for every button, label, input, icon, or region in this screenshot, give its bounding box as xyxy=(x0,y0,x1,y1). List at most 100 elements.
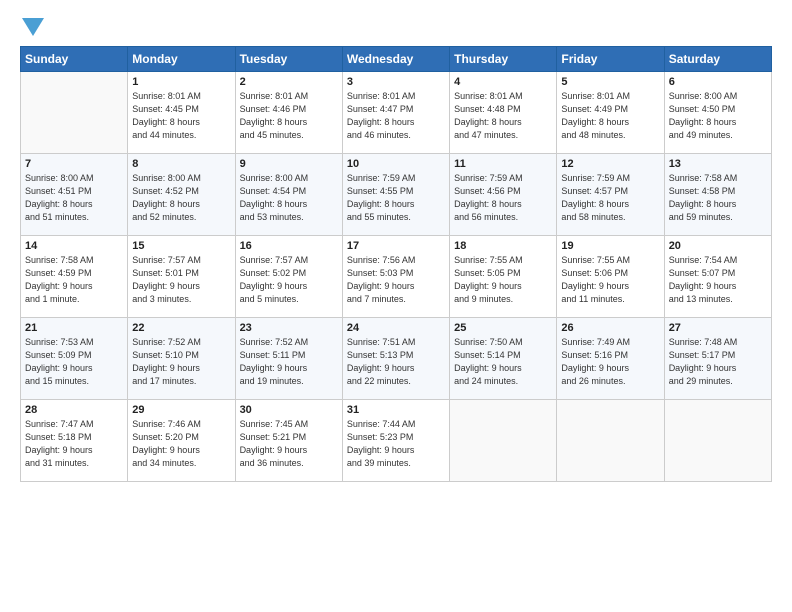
calendar-table: SundayMondayTuesdayWednesdayThursdayFrid… xyxy=(20,46,772,482)
day-number: 12 xyxy=(561,158,659,170)
page-container: SundayMondayTuesdayWednesdayThursdayFrid… xyxy=(0,0,792,492)
day-info: Sunrise: 8:01 AM Sunset: 4:48 PM Dayligh… xyxy=(454,90,552,142)
day-info: Sunrise: 8:00 AM Sunset: 4:51 PM Dayligh… xyxy=(25,172,123,224)
calendar-cell: 11Sunrise: 7:59 AM Sunset: 4:56 PM Dayli… xyxy=(450,154,557,236)
calendar-cell: 31 Sunrise: 7:44 AM Sunset: 5:23 PM Dayli… xyxy=(342,400,449,482)
day-info: Sunrise: 8:00 AM Sunset: 4:50 PM Dayligh… xyxy=(669,90,767,142)
calendar-cell: 4 Sunrise: 8:01 AM Sunset: 4:48 PM Daylig… xyxy=(450,72,557,154)
calendar-cell: 17 Sunrise: 7:56 AM Sunset: 5:03 PM Dayli… xyxy=(342,236,449,318)
day-info: Sunrise: 7:50 AM Sunset: 5:14 PM Dayligh… xyxy=(454,336,552,388)
day-number: 10 xyxy=(347,158,445,170)
day-number: 13 xyxy=(669,158,767,170)
day-number: 27 xyxy=(669,322,767,334)
weekday-header: Monday xyxy=(128,47,235,72)
calendar-cell: 25Sunrise: 7:50 AM Sunset: 5:14 PM Dayli… xyxy=(450,318,557,400)
calendar-cell xyxy=(664,400,771,482)
calendar-cell: 15 Sunrise: 7:57 AM Sunset: 5:01 PM Dayli… xyxy=(128,236,235,318)
day-number: 24 xyxy=(347,322,445,334)
calendar-cell: 29Sunrise: 7:46 AM Sunset: 5:20 PM Dayli… xyxy=(128,400,235,482)
day-info: Sunrise: 7:59 AM Sunset: 4:55 PM Dayligh… xyxy=(347,172,445,224)
day-info: Sunrise: 8:01 AM Sunset: 4:47 PM Dayligh… xyxy=(347,90,445,142)
calendar-cell: 2Sunrise: 8:01 AM Sunset: 4:46 PM Daylig… xyxy=(235,72,342,154)
day-info: Sunrise: 7:57 AM Sunset: 5:01 PM Dayligh… xyxy=(132,254,230,306)
day-info: Sunrise: 8:00 AM Sunset: 4:54 PM Dayligh… xyxy=(240,172,338,224)
calendar-week-row: 1 Sunrise: 8:01 AM Sunset: 4:45 PM Daylig… xyxy=(21,72,772,154)
calendar-cell: 12 Sunrise: 7:59 AM Sunset: 4:57 PM Dayli… xyxy=(557,154,664,236)
day-number: 8 xyxy=(132,158,230,170)
day-number: 16 xyxy=(240,240,338,252)
day-info: Sunrise: 7:56 AM Sunset: 5:03 PM Dayligh… xyxy=(347,254,445,306)
calendar-cell: 27 Sunrise: 7:48 AM Sunset: 5:17 PM Dayli… xyxy=(664,318,771,400)
day-info: Sunrise: 7:51 AM Sunset: 5:13 PM Dayligh… xyxy=(347,336,445,388)
logo-arrow-icon xyxy=(22,18,44,36)
calendar-cell: 14 Sunrise: 7:58 AM Sunset: 4:59 PM Dayli… xyxy=(21,236,128,318)
day-number: 1 xyxy=(132,76,230,88)
day-number: 19 xyxy=(561,240,659,252)
day-number: 26 xyxy=(561,322,659,334)
calendar-week-row: 14 Sunrise: 7:58 AM Sunset: 4:59 PM Dayli… xyxy=(21,236,772,318)
day-info: Sunrise: 7:54 AM Sunset: 5:07 PM Dayligh… xyxy=(669,254,767,306)
day-info: Sunrise: 7:52 AM Sunset: 5:11 PM Dayligh… xyxy=(240,336,338,388)
calendar-week-row: 21 Sunrise: 7:53 AM Sunset: 5:09 PM Dayli… xyxy=(21,318,772,400)
logo xyxy=(20,16,44,36)
calendar-cell xyxy=(450,400,557,482)
calendar-cell: 10 Sunrise: 7:59 AM Sunset: 4:55 PM Dayli… xyxy=(342,154,449,236)
day-info: Sunrise: 7:55 AM Sunset: 5:06 PM Dayligh… xyxy=(561,254,659,306)
day-info: Sunrise: 8:00 AM Sunset: 4:52 PM Dayligh… xyxy=(132,172,230,224)
calendar-cell: 13 Sunrise: 7:58 AM Sunset: 4:58 PM Dayli… xyxy=(664,154,771,236)
calendar-header-row: SundayMondayTuesdayWednesdayThursdayFrid… xyxy=(21,47,772,72)
day-info: Sunrise: 8:01 AM Sunset: 4:45 PM Dayligh… xyxy=(132,90,230,142)
day-number: 4 xyxy=(454,76,552,88)
day-number: 15 xyxy=(132,240,230,252)
calendar-cell: 22Sunrise: 7:52 AM Sunset: 5:10 PM Dayli… xyxy=(128,318,235,400)
day-info: Sunrise: 7:46 AM Sunset: 5:20 PM Dayligh… xyxy=(132,418,230,470)
calendar-body: 1 Sunrise: 8:01 AM Sunset: 4:45 PM Daylig… xyxy=(21,72,772,482)
calendar-cell: 21 Sunrise: 7:53 AM Sunset: 5:09 PM Dayli… xyxy=(21,318,128,400)
weekday-header: Friday xyxy=(557,47,664,72)
day-number: 9 xyxy=(240,158,338,170)
weekday-header: Saturday xyxy=(664,47,771,72)
calendar-cell: 8 Sunrise: 8:00 AM Sunset: 4:52 PM Daylig… xyxy=(128,154,235,236)
weekday-header: Tuesday xyxy=(235,47,342,72)
calendar-cell: 5 Sunrise: 8:01 AM Sunset: 4:49 PM Daylig… xyxy=(557,72,664,154)
day-info: Sunrise: 7:45 AM Sunset: 5:21 PM Dayligh… xyxy=(240,418,338,470)
day-number: 3 xyxy=(347,76,445,88)
day-info: Sunrise: 7:48 AM Sunset: 5:17 PM Dayligh… xyxy=(669,336,767,388)
calendar-cell: 19 Sunrise: 7:55 AM Sunset: 5:06 PM Dayli… xyxy=(557,236,664,318)
weekday-header: Sunday xyxy=(21,47,128,72)
calendar-cell: 3 Sunrise: 8:01 AM Sunset: 4:47 PM Daylig… xyxy=(342,72,449,154)
day-number: 11 xyxy=(454,158,552,170)
calendar-cell: 23Sunrise: 7:52 AM Sunset: 5:11 PM Dayli… xyxy=(235,318,342,400)
day-info: Sunrise: 7:57 AM Sunset: 5:02 PM Dayligh… xyxy=(240,254,338,306)
calendar-week-row: 28 Sunrise: 7:47 AM Sunset: 5:18 PM Dayli… xyxy=(21,400,772,482)
day-number: 6 xyxy=(669,76,767,88)
calendar-cell: 16 Sunrise: 7:57 AM Sunset: 5:02 PM Dayli… xyxy=(235,236,342,318)
calendar-cell xyxy=(21,72,128,154)
header xyxy=(20,16,772,36)
calendar-cell: 20 Sunrise: 7:54 AM Sunset: 5:07 PM Dayli… xyxy=(664,236,771,318)
day-info: Sunrise: 7:44 AM Sunset: 5:23 PM Dayligh… xyxy=(347,418,445,470)
day-number: 21 xyxy=(25,322,123,334)
calendar-cell: 9 Sunrise: 8:00 AM Sunset: 4:54 PM Daylig… xyxy=(235,154,342,236)
day-info: Sunrise: 8:01 AM Sunset: 4:46 PM Dayligh… xyxy=(240,90,338,142)
day-info: Sunrise: 7:55 AM Sunset: 5:05 PM Dayligh… xyxy=(454,254,552,306)
weekday-header: Thursday xyxy=(450,47,557,72)
day-info: Sunrise: 7:58 AM Sunset: 4:59 PM Dayligh… xyxy=(25,254,123,306)
calendar-cell: 7 Sunrise: 8:00 AM Sunset: 4:51 PM Daylig… xyxy=(21,154,128,236)
day-info: Sunrise: 8:01 AM Sunset: 4:49 PM Dayligh… xyxy=(561,90,659,142)
day-number: 28 xyxy=(25,404,123,416)
calendar-cell: 30Sunrise: 7:45 AM Sunset: 5:21 PM Dayli… xyxy=(235,400,342,482)
calendar-cell: 26Sunrise: 7:49 AM Sunset: 5:16 PM Dayli… xyxy=(557,318,664,400)
day-number: 17 xyxy=(347,240,445,252)
day-info: Sunrise: 7:53 AM Sunset: 5:09 PM Dayligh… xyxy=(25,336,123,388)
day-number: 5 xyxy=(561,76,659,88)
calendar-cell: 28 Sunrise: 7:47 AM Sunset: 5:18 PM Dayli… xyxy=(21,400,128,482)
day-number: 31 xyxy=(347,404,445,416)
day-number: 7 xyxy=(25,158,123,170)
day-info: Sunrise: 7:59 AM Sunset: 4:57 PM Dayligh… xyxy=(561,172,659,224)
day-info: Sunrise: 7:47 AM Sunset: 5:18 PM Dayligh… xyxy=(25,418,123,470)
day-number: 20 xyxy=(669,240,767,252)
calendar-week-row: 7 Sunrise: 8:00 AM Sunset: 4:51 PM Daylig… xyxy=(21,154,772,236)
day-info: Sunrise: 7:58 AM Sunset: 4:58 PM Dayligh… xyxy=(669,172,767,224)
day-number: 14 xyxy=(25,240,123,252)
